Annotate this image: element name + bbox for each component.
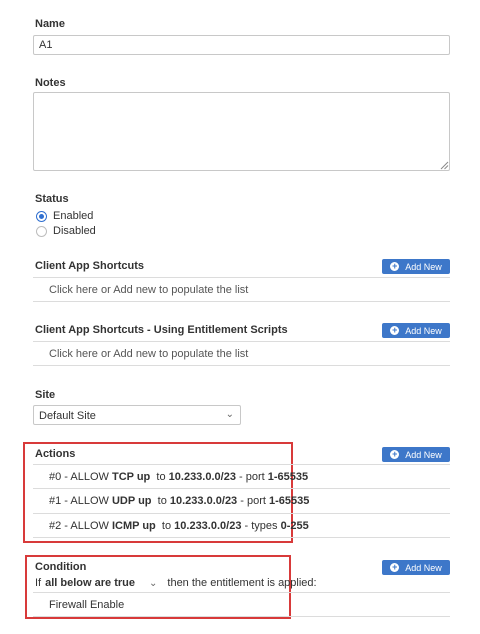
action-range: 0-255 — [280, 520, 309, 532]
shortcuts-add-label: Add New — [405, 261, 442, 272]
action-sep: - types — [244, 520, 278, 532]
action-to: to — [156, 471, 166, 483]
divider — [33, 513, 450, 514]
chevron-down-icon[interactable]: ⌄ — [149, 578, 157, 589]
action-network: 10.233.0.0/23 — [168, 471, 236, 483]
action-to: to — [161, 520, 172, 532]
action-sep: - port — [239, 471, 265, 483]
divider — [33, 464, 450, 465]
action-protocol: TCP up — [111, 471, 151, 483]
condition-then-text: then the entitlement is applied: — [167, 577, 317, 589]
name-input[interactable] — [33, 35, 450, 55]
plus-icon: + — [390, 562, 400, 572]
condition-label: Condition — [35, 561, 87, 573]
condition-item[interactable]: Firewall Enable — [49, 599, 124, 611]
actions-add-button[interactable]: + Add New — [382, 447, 450, 462]
status-enabled-label: Enabled — [53, 210, 94, 222]
status-disabled-radio[interactable]: Disabled — [36, 225, 96, 237]
divider — [33, 341, 450, 342]
condition-mode-row: If all below are true ⌄ then the entitle… — [35, 577, 317, 589]
shortcuts-scripts-empty-row[interactable]: Click here or Add new to populate the li… — [49, 348, 248, 360]
action-range: 1-65535 — [269, 495, 310, 507]
divider — [33, 616, 450, 617]
divider — [33, 488, 450, 489]
divider — [33, 277, 450, 278]
divider — [33, 365, 450, 366]
status-enabled-radio[interactable]: Enabled — [36, 210, 93, 222]
action-range: 1-65535 — [267, 471, 309, 483]
action-prefix: #1 - ALLOW — [49, 495, 109, 507]
actions-label: Actions — [35, 448, 76, 460]
divider — [33, 537, 450, 538]
action-item[interactable]: #1 - ALLOW UDP up to 10.233.0.0/23 - por… — [49, 495, 309, 507]
plus-icon: + — [390, 449, 400, 459]
site-selected-value: Default Site — [39, 410, 96, 422]
condition-if-text: If — [35, 577, 42, 589]
action-sep: - port — [240, 495, 266, 507]
status-disabled-label: Disabled — [53, 225, 96, 237]
action-to: to — [157, 495, 167, 507]
status-label: Status — [35, 193, 69, 205]
shortcuts-scripts-label: Client App Shortcuts - Using Entitlement… — [35, 324, 288, 336]
condition-add-button[interactable]: + Add New — [382, 560, 450, 575]
site-select[interactable]: Default Site ⌄ — [33, 405, 241, 425]
plus-icon: + — [390, 261, 400, 271]
action-prefix: #0 - ALLOW — [49, 471, 109, 483]
resize-grip-icon[interactable] — [440, 161, 449, 170]
shortcuts-scripts-add-button[interactable]: + Add New — [382, 323, 450, 338]
shortcuts-empty-row[interactable]: Click here or Add new to populate the li… — [49, 284, 248, 296]
radio-unchecked-icon — [36, 225, 47, 237]
action-network: 10.233.0.0/23 — [174, 520, 242, 532]
action-network: 10.233.0.0/23 — [169, 495, 238, 507]
chevron-down-icon: ⌄ — [225, 409, 234, 420]
condition-add-label: Add New — [405, 562, 442, 573]
name-label: Name — [35, 18, 65, 30]
action-item[interactable]: #0 - ALLOW TCP up to 10.233.0.0/23 - por… — [49, 471, 308, 483]
shortcuts-add-button[interactable]: + Add New — [382, 259, 450, 274]
condition-mode-select[interactable]: all below are true — [45, 577, 135, 589]
shortcuts-label: Client App Shortcuts — [35, 260, 144, 272]
action-item[interactable]: #2 - ALLOW ICMP up to 10.233.0.0/23 - ty… — [49, 520, 309, 532]
shortcuts-scripts-add-label: Add New — [405, 325, 442, 336]
plus-icon: + — [390, 325, 400, 335]
action-protocol: UDP up — [111, 495, 152, 507]
action-prefix: #2 - ALLOW — [49, 520, 109, 532]
divider — [33, 592, 450, 593]
actions-add-label: Add New — [405, 449, 442, 460]
action-protocol: ICMP up — [111, 520, 156, 532]
divider — [33, 301, 450, 302]
radio-checked-icon — [36, 210, 47, 222]
notes-textarea[interactable] — [33, 92, 450, 171]
site-label: Site — [35, 389, 56, 401]
notes-label: Notes — [35, 77, 66, 89]
